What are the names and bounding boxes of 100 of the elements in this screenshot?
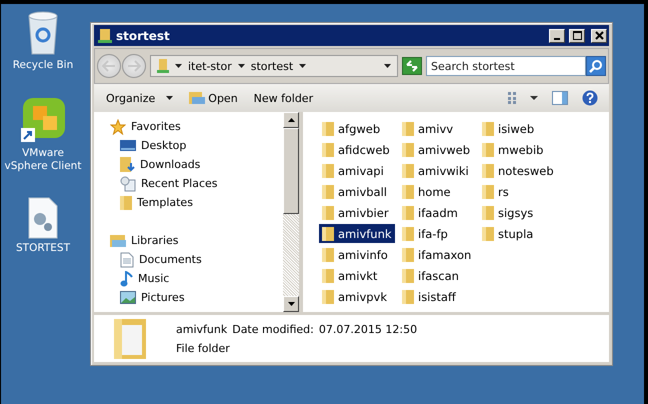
folder-icon — [482, 142, 494, 156]
folder-item[interactable]: rs — [479, 182, 512, 201]
search-icon — [589, 59, 603, 73]
navigation-item[interactable]: Favorites — [110, 117, 283, 136]
folder-icon — [482, 164, 494, 178]
folder-item[interactable]: stupla — [479, 224, 536, 243]
folder-icon — [482, 226, 494, 240]
caret-icon[interactable] — [238, 64, 245, 68]
folder-item[interactable]: ifascan — [399, 266, 462, 285]
folder-icon — [482, 184, 494, 198]
shortcut-app-icon[interactable] — [19, 96, 67, 144]
refresh-icon — [406, 60, 418, 72]
maximize-button[interactable] — [569, 28, 585, 42]
folder-item[interactable]: afgweb — [319, 119, 384, 138]
open-button[interactable]: Open — [183, 90, 244, 106]
folder-item[interactable]: ifaadm — [399, 203, 461, 222]
desktop-icon-label[interactable]: STORTEST — [1, 242, 85, 255]
folder-icon — [402, 142, 414, 156]
navigation-item[interactable]: Pictures — [110, 288, 283, 307]
folder-item[interactable]: amivball — [319, 182, 390, 201]
caret-icon[interactable] — [384, 64, 391, 68]
maximize-icon — [572, 31, 582, 40]
open-folder-icon — [189, 92, 206, 104]
folder-item[interactable]: amivfunk — [319, 224, 395, 243]
breadcrumb[interactable]: itet-stor — [188, 60, 232, 72]
folder-icon — [114, 318, 146, 358]
folder-item[interactable]: amivwiki — [399, 161, 472, 180]
music-note-icon — [120, 270, 133, 286]
grid-view-icon — [508, 92, 516, 104]
desktop-icon-label[interactable]: Recycle Bin — [1, 59, 85, 72]
folder-icon — [322, 290, 334, 304]
refresh-button[interactable] — [402, 57, 422, 75]
folder-item[interactable]: amivv — [399, 119, 456, 138]
folder-icon — [322, 248, 334, 262]
recent-places-icon — [120, 176, 136, 192]
folder-item[interactable]: isiweb — [479, 119, 538, 138]
minimize-button[interactable] — [549, 28, 565, 42]
folder-item[interactable]: home — [399, 182, 454, 201]
file-name: amivfunk — [176, 322, 228, 336]
scroll-up-icon — [288, 118, 294, 122]
folder-icon — [482, 206, 494, 220]
folder-icon — [402, 290, 414, 304]
folder-icon — [322, 226, 334, 240]
folder-item[interactable]: mwebib — [479, 140, 546, 159]
folder-icon — [157, 59, 169, 73]
folder-icon — [98, 28, 112, 44]
new-folder-button[interactable]: New folder — [248, 90, 320, 106]
back-arrow-icon — [102, 60, 116, 72]
downloads-folder-icon — [120, 157, 135, 172]
scrollbar[interactable] — [283, 112, 299, 312]
folder-item[interactable]: amivbier — [319, 203, 392, 222]
search-field[interactable]: Search stortest — [426, 56, 586, 76]
folder-item[interactable]: amivinfo — [319, 245, 391, 264]
folder-item[interactable]: amivapi — [319, 161, 387, 180]
minimize-icon — [554, 38, 560, 40]
preview-pane-icon — [552, 91, 568, 105]
folder-icon — [322, 142, 334, 156]
folder-icon — [322, 122, 334, 136]
config-file-icon[interactable] — [27, 197, 59, 239]
folder-icon — [402, 268, 414, 282]
navigation-item[interactable]: Recent Places — [110, 174, 283, 193]
navigation-item[interactable]: Templates — [110, 193, 283, 212]
folder-icon — [402, 184, 414, 198]
folder-item[interactable]: afidcweb — [319, 140, 393, 159]
recycle-bin-icon[interactable] — [26, 10, 60, 56]
address-field[interactable]: itet-stor stortest — [150, 55, 398, 77]
caret-icon[interactable] — [299, 64, 306, 68]
close-icon — [594, 31, 604, 40]
navigation-item[interactable]: Music — [110, 269, 283, 288]
folder-item[interactable]: sigsys — [479, 203, 536, 222]
organize-button[interactable]: Organize — [100, 90, 180, 106]
scroll-down-icon — [288, 302, 294, 306]
caret-icon — [530, 96, 538, 100]
pictures-icon — [120, 291, 136, 304]
forward-arrow-icon — [127, 60, 141, 72]
folder-item[interactable]: amivkt — [319, 266, 380, 285]
window-title: stortest — [116, 28, 170, 42]
breadcrumb[interactable]: stortest — [250, 60, 294, 72]
navigation-item[interactable]: Documents — [110, 250, 283, 269]
folder-item[interactable]: notesweb — [479, 161, 557, 180]
folder-item[interactable]: ifamaxon — [399, 245, 474, 264]
folder-item[interactable]: isistaff — [399, 287, 459, 306]
document-icon — [120, 252, 134, 268]
navigation-item[interactable]: Desktop — [110, 136, 283, 155]
folder-item[interactable]: amivweb — [399, 140, 474, 159]
date-modified-label: Date modified: — [232, 322, 314, 336]
folder-item[interactable]: amivpvk — [319, 287, 390, 306]
folder-icon — [482, 122, 494, 136]
navigation-item[interactable]: Libraries — [110, 231, 283, 250]
navigation-item[interactable]: Downloads — [110, 155, 283, 174]
close-button[interactable] — [591, 28, 607, 42]
folder-item[interactable]: ifa-fp — [399, 224, 451, 243]
caret-icon[interactable] — [175, 64, 182, 68]
folder-icon — [120, 196, 132, 210]
star-icon — [110, 118, 126, 134]
desktop-icon — [120, 140, 136, 151]
search-button[interactable] — [586, 56, 606, 76]
folder-icon — [322, 184, 334, 198]
help-icon — [582, 90, 598, 106]
desktop-icon-label[interactable]: VMware vSphere Client — [1, 147, 85, 173]
